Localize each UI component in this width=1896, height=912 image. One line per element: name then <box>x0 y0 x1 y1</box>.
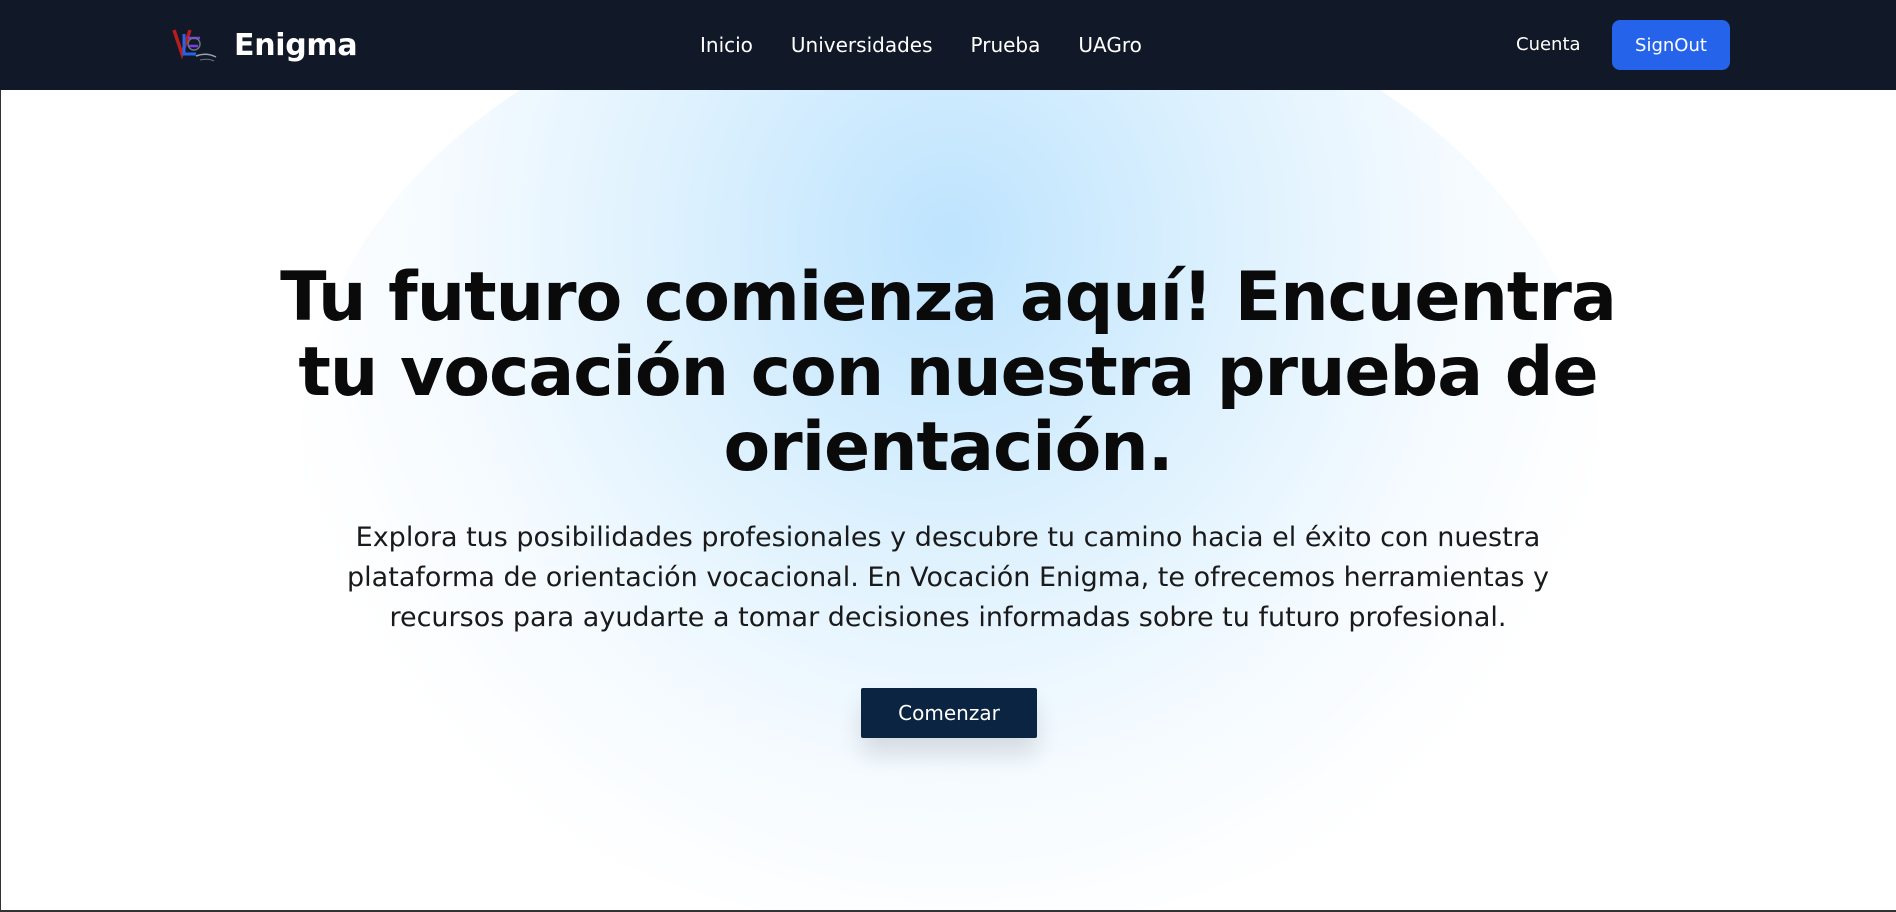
signout-button[interactable]: SignOut <box>1612 20 1730 70</box>
page-left-border <box>0 90 1 912</box>
nav-link-prueba[interactable]: Prueba <box>971 31 1041 59</box>
nav-link-universidades[interactable]: Universidades <box>791 31 933 59</box>
hero-headline: Tu futuro comienza aquí! Encuentra tu vo… <box>280 258 1617 487</box>
hero-subtitle: Explora tus posibilidades profesionales … <box>347 522 1549 633</box>
account-link[interactable]: Cuenta <box>1516 32 1581 58</box>
brand-logo-icon <box>170 24 220 66</box>
top-navbar: Enigma Inicio Universidades Prueba UAGro… <box>0 0 1896 90</box>
nav-link-inicio[interactable]: Inicio <box>700 31 753 59</box>
hero-background-glow <box>300 90 1600 910</box>
start-button[interactable]: Comenzar <box>861 688 1037 738</box>
brand-name: Enigma <box>234 27 358 63</box>
brand-link[interactable]: Enigma <box>170 24 358 66</box>
main-nav: Inicio Universidades Prueba UAGro <box>700 31 1142 59</box>
nav-link-uagro[interactable]: UAGro <box>1078 31 1142 59</box>
hero-section: Tu futuro comienza aquí! Encuentra tu vo… <box>0 90 1896 910</box>
